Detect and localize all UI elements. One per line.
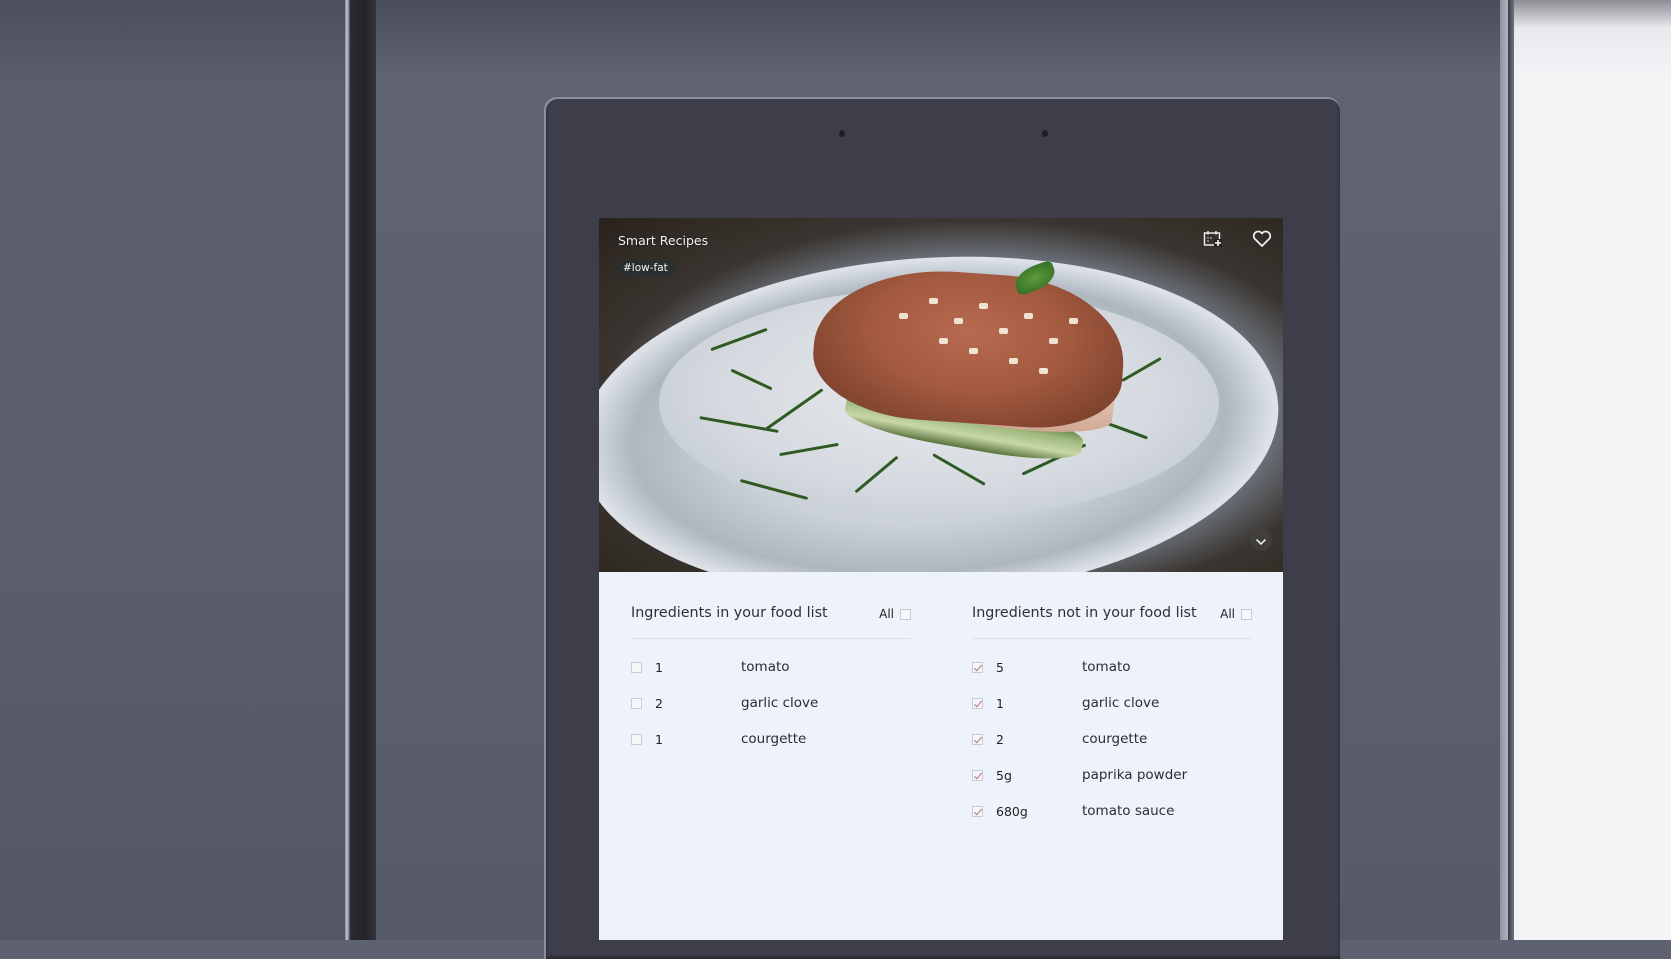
door-edge-highlight [345,0,349,940]
ingredient-row[interactable]: 680g tomato sauce [972,793,1252,829]
nut-topping [1024,313,1033,319]
select-all-checkbox[interactable] [900,608,911,620]
door-gap [350,0,376,940]
nut-topping [1069,318,1078,324]
calendar-plus-icon [1203,230,1223,252]
ingredient-list: 1 tomato 2 garlic clove 1 courgette [631,639,911,757]
ingredient-checkbox[interactable] [631,733,642,745]
nut-topping [954,318,963,324]
ingredients-panel: Ingredients in your food list All 1 tomat… [599,572,1283,940]
ingredient-quantity: 680g [996,803,1028,819]
section-title: Ingredients not in your food list [972,605,1197,621]
nut-topping [969,348,978,354]
select-all-label: All [1220,607,1235,621]
ingredient-name: tomato [1082,659,1131,675]
ingredient-name: garlic clove [1082,695,1160,711]
nut-topping [1039,368,1048,374]
ingredients-in-food-list: Ingredients in your food list All 1 tomat… [631,572,911,757]
ingredient-row[interactable]: 2 courgette [972,721,1252,757]
ingredient-quantity: 1 [655,731,663,747]
fridge-left-door [0,0,346,940]
ingredient-name: tomato sauce [1082,803,1175,819]
ingredient-row[interactable]: 1 tomato [631,649,911,685]
recipe-tag[interactable]: #low-fat [615,260,676,277]
nut-topping [999,328,1008,334]
select-all-not-in-list[interactable]: All [1220,607,1252,621]
nut-topping [899,313,908,319]
nut-topping [929,298,938,304]
nut-topping [1009,358,1018,364]
ingredient-checkbox[interactable] [972,697,983,709]
select-all-in-list[interactable]: All [879,607,911,621]
fridge-door-edge [1500,0,1508,940]
ingredient-row[interactable]: 5 tomato [972,649,1252,685]
ingredient-checkbox[interactable] [972,805,983,817]
expand-button[interactable] [1250,529,1272,551]
camera-sensor-left [839,130,845,137]
ingredient-quantity: 5g [996,767,1012,783]
ingredients-not-in-food-list: Ingredients not in your food list All 5 t… [972,572,1252,829]
smart-recipes-screen: Smart Recipes #low-fat Ingredients in yo… [599,218,1283,940]
ingredient-name: courgette [1082,731,1148,747]
ingredient-checkbox[interactable] [631,697,642,709]
ingredient-checkbox[interactable] [972,661,983,673]
ingredient-quantity: 1 [655,659,663,675]
ingredient-list: 5 tomato 1 garlic clove 2 courgette 5g paprika … [972,639,1252,829]
chevron-down-icon [1255,531,1267,550]
ingredient-quantity: 1 [996,695,1004,711]
favorite-button[interactable] [1249,228,1275,254]
ingredient-quantity: 2 [655,695,663,711]
section-header: Ingredients in your food list All [631,572,911,639]
ingredient-checkbox[interactable] [972,769,983,781]
ingredient-checkbox[interactable] [631,661,642,673]
ingredient-name: paprika powder [1082,767,1188,783]
ingredient-row[interactable]: 5g paprika powder [972,757,1252,793]
ingredient-name: garlic clove [741,695,819,711]
select-all-checkbox[interactable] [1241,608,1252,620]
nut-topping [939,338,948,344]
ingredient-checkbox[interactable] [972,733,983,745]
camera-sensor-right [1042,130,1048,137]
ingredient-row[interactable]: 1 garlic clove [972,685,1252,721]
nut-topping [979,303,988,309]
select-all-label: All [879,607,894,621]
heart-icon [1252,230,1272,252]
add-to-calendar-button[interactable] [1200,228,1226,254]
section-title: Ingredients in your food list [631,605,828,621]
ingredient-name: courgette [741,731,807,747]
app-title: Smart Recipes [618,233,709,248]
ingredient-row[interactable]: 1 courgette [631,721,911,757]
ingredient-quantity: 5 [996,659,1004,675]
ingredient-name: tomato [741,659,790,675]
recipe-hero-image: Smart Recipes #low-fat [599,218,1283,572]
nut-topping [1049,338,1058,344]
section-header: Ingredients not in your food list All [972,572,1252,639]
ingredient-quantity: 2 [996,731,1004,747]
background-wall [1514,0,1671,940]
ingredient-row[interactable]: 2 garlic clove [631,685,911,721]
